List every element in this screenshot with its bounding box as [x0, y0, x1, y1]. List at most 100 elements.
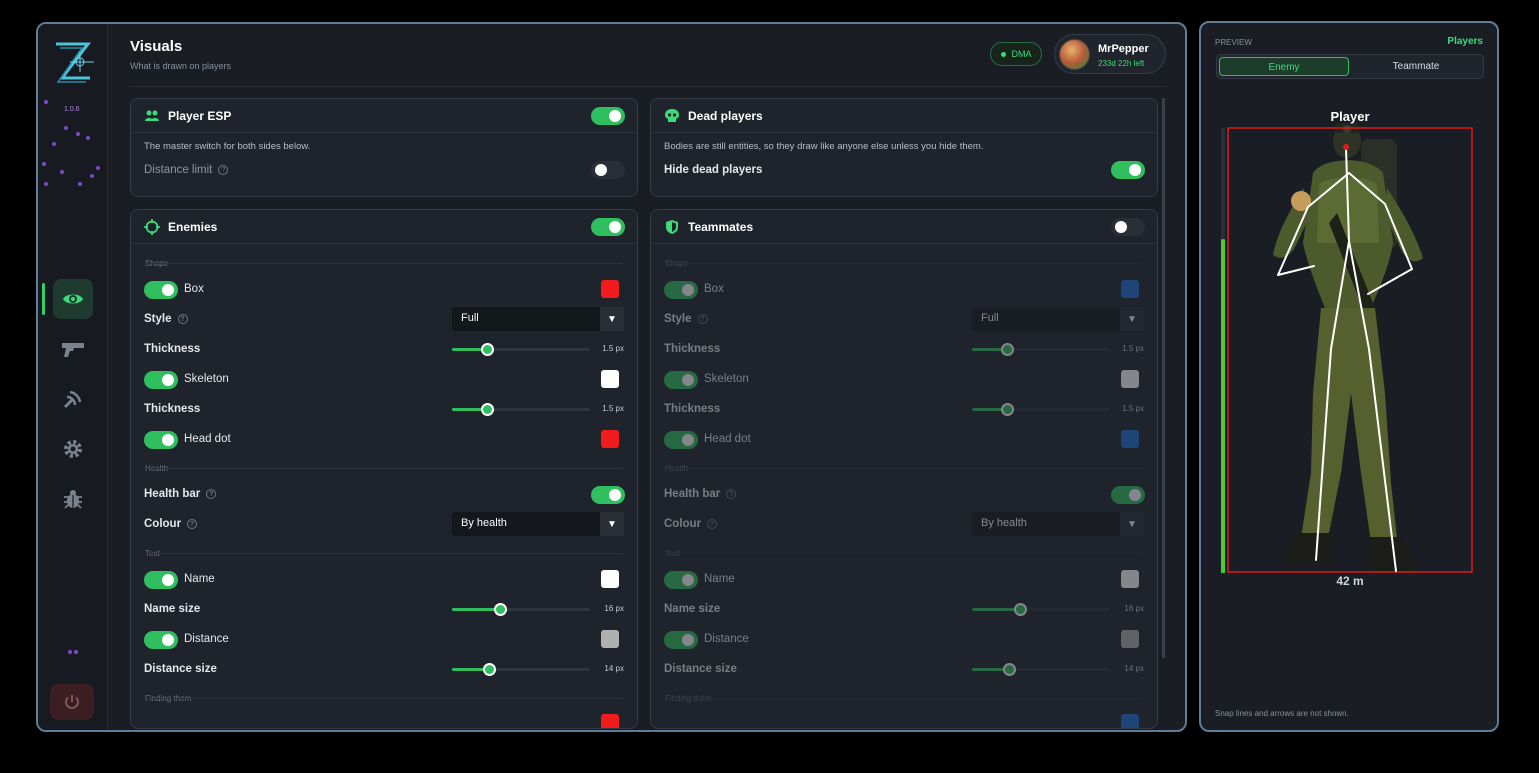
health-bar-label: Health bar	[664, 488, 721, 500]
player-esp-toggle[interactable]	[591, 107, 625, 125]
esp-distance-label: 42 m	[1336, 574, 1363, 588]
name-size-label: Name size	[144, 603, 201, 615]
slider-thumb[interactable]	[483, 663, 497, 676]
nav-radar[interactable]	[53, 379, 93, 419]
head-dot-toggle[interactable]	[144, 431, 178, 449]
particle	[68, 650, 72, 654]
card-header: Enemies	[131, 210, 637, 244]
skeleton-toggle[interactable]	[144, 371, 178, 389]
user-name: MrPepper	[1098, 43, 1149, 55]
nav-weapons[interactable]	[53, 329, 93, 369]
dropdown-arrow-icon: ▼	[1120, 512, 1144, 536]
slider-thumb[interactable]	[480, 343, 494, 356]
health-colour-select[interactable]: By health ▼	[452, 512, 624, 536]
style-row: Style?	[144, 313, 188, 325]
slider-thumb[interactable]	[1000, 403, 1014, 416]
head-dot-color-swatch[interactable]	[1121, 430, 1139, 448]
box-thickness-value: 1.5 px	[1122, 344, 1144, 353]
eye-icon	[63, 294, 83, 304]
users-icon	[145, 110, 159, 121]
style-row: Style?	[664, 313, 708, 325]
name-size-slider[interactable]	[452, 603, 590, 616]
nav-visuals[interactable]	[53, 279, 93, 319]
name-toggle[interactable]	[664, 571, 698, 589]
skeleton-thickness-slider[interactable]	[972, 403, 1110, 416]
box-toggle[interactable]	[664, 281, 698, 299]
skeleton-toggle[interactable]	[664, 371, 698, 389]
header-divider	[130, 86, 1166, 87]
distance-toggle[interactable]	[144, 631, 178, 649]
section-divider	[665, 263, 1143, 264]
app-logo	[56, 42, 94, 83]
particle	[64, 126, 68, 130]
finding-color-swatch[interactable]	[601, 714, 619, 728]
help-icon[interactable]: ?	[177, 314, 188, 324]
help-icon[interactable]: ?	[697, 314, 708, 324]
preview-tabs: Enemy Teammate	[1216, 54, 1484, 79]
box-thickness-slider[interactable]	[972, 343, 1110, 356]
distance-size-slider[interactable]	[972, 663, 1110, 676]
tab-enemy[interactable]: Enemy	[1219, 57, 1349, 76]
user-card[interactable]: MrPepper 233d 22h left	[1054, 34, 1166, 74]
slider-thumb[interactable]	[480, 403, 494, 416]
esp-preview-stage: Player 42 m	[1221, 109, 1473, 588]
help-icon[interactable]: ?	[206, 489, 217, 499]
finding-color-swatch[interactable]	[1121, 714, 1139, 728]
avatar	[1059, 39, 1090, 70]
subscription-time-left: 233d 22h left	[1098, 59, 1145, 68]
hide-dead-players-toggle[interactable]	[1111, 161, 1145, 179]
skeleton-color-swatch[interactable]	[601, 370, 619, 388]
box-style-select[interactable]: Full ▼	[452, 307, 624, 331]
head-dot-toggle[interactable]	[664, 431, 698, 449]
health-bar-toggle[interactable]	[591, 486, 625, 504]
name-label: Name	[704, 573, 735, 585]
box-toggle[interactable]	[144, 281, 178, 299]
box-style-select[interactable]: Full ▼	[972, 307, 1144, 331]
preview-mode[interactable]: Players	[1447, 36, 1483, 47]
style-label: Style	[664, 313, 692, 325]
skeleton-thickness-slider[interactable]	[452, 403, 590, 416]
slider-thumb[interactable]	[1003, 663, 1017, 676]
distance-color-swatch[interactable]	[1121, 630, 1139, 648]
distance-limit-toggle[interactable]	[591, 161, 625, 179]
box-thickness-label: Thickness	[664, 343, 721, 355]
distance-toggle[interactable]	[664, 631, 698, 649]
nav-debug[interactable]	[53, 479, 93, 519]
content-scrollbar[interactable]	[1162, 98, 1165, 658]
name-color-swatch[interactable]	[601, 570, 619, 588]
box-label: Box	[704, 283, 724, 295]
page-subtitle: What is drawn on players	[130, 61, 232, 71]
help-icon[interactable]: ?	[726, 489, 737, 499]
teammates-toggle[interactable]	[1111, 218, 1145, 236]
skeleton-color-swatch[interactable]	[1121, 370, 1139, 388]
section-divider	[145, 263, 623, 264]
nav-settings[interactable]	[53, 429, 93, 469]
name-size-slider[interactable]	[972, 603, 1110, 616]
box-thickness-slider[interactable]	[452, 343, 590, 356]
help-icon[interactable]: ?	[187, 519, 198, 529]
name-color-swatch[interactable]	[1121, 570, 1139, 588]
distance-size-slider[interactable]	[452, 663, 590, 676]
health-bar-row: Health bar?	[144, 488, 217, 500]
health-bar-toggle[interactable]	[1111, 486, 1145, 504]
card-header: Player ESP	[131, 99, 637, 133]
health-bar-row: Health bar?	[664, 488, 737, 500]
power-button[interactable]	[50, 684, 94, 720]
enemies-toggle[interactable]	[591, 218, 625, 236]
box-color-swatch[interactable]	[601, 280, 619, 298]
dropdown-arrow-icon: ▼	[1120, 307, 1144, 331]
distance-color-swatch[interactable]	[601, 630, 619, 648]
slider-thumb[interactable]	[1014, 603, 1028, 616]
name-toggle[interactable]	[144, 571, 178, 589]
slider-thumb[interactable]	[1000, 343, 1014, 356]
head-dot-color-swatch[interactable]	[601, 430, 619, 448]
status-dot-icon	[1000, 51, 1006, 57]
tab-teammate[interactable]: Teammate	[1351, 57, 1481, 76]
box-color-swatch[interactable]	[1121, 280, 1139, 298]
particle	[90, 174, 94, 178]
health-colour-select[interactable]: By health ▼	[972, 512, 1144, 536]
help-icon[interactable]: ?	[707, 519, 718, 529]
slider-fill	[972, 608, 1021, 611]
help-icon[interactable]: ?	[218, 165, 229, 175]
slider-thumb[interactable]	[494, 603, 508, 616]
